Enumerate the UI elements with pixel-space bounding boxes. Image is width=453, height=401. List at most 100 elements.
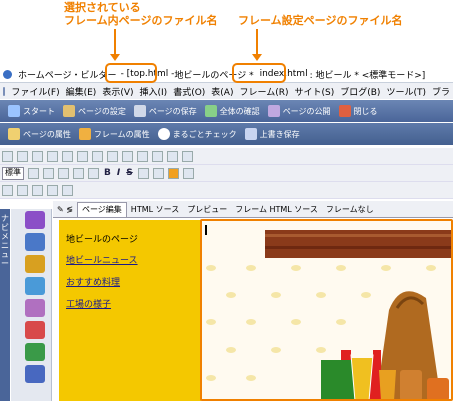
full-check-icon [157,128,170,140]
font-color-icon[interactable] [167,167,179,179]
page-settings-button[interactable]: ページの設定 [63,105,126,117]
link-beer-news[interactable]: 地ビールニュース [66,253,138,266]
nav-icon-3[interactable] [25,255,45,273]
frame-attributes-label: フレームの属性 [93,129,150,139]
overall-check-button[interactable]: 全体の確認 [204,105,260,117]
full-check-button[interactable]: まるごとチェック [157,128,237,140]
publish-icon [267,105,280,117]
mini-icon-4[interactable] [47,184,58,196]
bold-button[interactable]: B [104,168,111,178]
menu-format[interactable]: 書式(O) [170,85,208,98]
align-right-icon[interactable] [58,167,69,179]
redo-icon[interactable] [122,150,133,162]
tab-frame-html-source[interactable]: フレーム HTML ソース [231,204,322,215]
mini-icon-5[interactable] [62,184,73,196]
annotation-selected-frame-label: 選択されている フレーム内ページのファイル名 [64,1,217,27]
page-settings-label: ページの設定 [78,106,126,116]
mini-icon-3[interactable] [32,184,43,196]
save-disk-icon[interactable] [32,150,43,162]
mini-icon-2[interactable] [17,184,28,196]
nav-icon-4[interactable] [25,277,45,295]
close-button[interactable]: 閉じる [338,105,378,117]
overwrite-save-label: 上書き保存 [259,129,300,139]
font-size-down-icon[interactable] [152,167,164,179]
standard-toolbar [0,148,453,165]
menu-frame[interactable]: フレーム(R) [236,85,291,98]
font-size-up-icon[interactable] [137,167,149,179]
menu-file[interactable]: ファイル(F) [8,85,62,98]
grid-icon[interactable] [182,150,193,162]
menu-site[interactable]: サイト(S) [292,85,338,98]
save-page-icon [133,105,146,117]
start-label: スタート [23,106,55,116]
navi-icon-column [11,209,52,401]
menu-insert[interactable]: 挿入(I) [137,85,171,98]
overwrite-save-button[interactable]: 上書き保存 [244,128,300,140]
menu-view[interactable]: 表示(V) [99,85,136,98]
new-icon[interactable] [2,150,13,162]
nav-icon-2[interactable] [25,233,45,251]
menu-blog[interactable]: ブログ(B) [337,85,383,98]
nav-icon-6[interactable] [25,321,45,339]
table-insert-icon[interactable] [182,167,194,179]
annotation-arrowhead-left [110,54,120,61]
nav-icon-8[interactable] [25,365,45,383]
save-icon [244,128,257,140]
annotation-line-2: フレーム内ページのファイル名 [64,14,218,27]
start-button[interactable]: スタート [8,105,55,117]
nav-icon-5[interactable] [25,299,45,317]
window-titlebar[interactable]: ホームページ・ビルダー - [top.html - 地ビールのページ * ind… [0,66,453,83]
cut-icon[interactable] [62,150,73,162]
annotation-arrow-left [114,29,116,55]
menu-browser[interactable]: ブラ [429,85,453,98]
nav-icon-1[interactable] [25,211,45,229]
list-icon[interactable] [73,167,84,179]
align-left-icon[interactable] [28,167,39,179]
copy-icon[interactable] [77,150,88,162]
annotation-line-1: 選択されている [64,1,141,14]
open-icon[interactable] [17,150,28,162]
frame-attributes-button[interactable]: フレームの属性 [78,128,150,140]
tab-preview[interactable]: プレビュー [183,204,231,215]
align-center-icon[interactable] [43,167,54,179]
page-publish-label: ページの公開 [282,106,331,116]
indent-icon[interactable] [88,167,99,179]
tab-page-edit[interactable]: ページ編集 [76,201,127,217]
start-icon [8,105,20,117]
page-save-label: ページの保存 [148,106,197,116]
tab-icons: ✎ ≶ [57,204,73,214]
italic-button[interactable]: I [117,168,120,178]
left-frame[interactable]: 地ビールのページ 地ビールニュース おすすめ料理 工場の様子 [59,220,201,401]
page-save-button[interactable]: ページの保存 [133,105,197,117]
highlight-frame-file [105,63,157,83]
editor-tabs: ✎ ≶ ページ編集 HTML ソース プレビュー フレーム HTML ソース フ… [53,201,453,218]
undo-icon[interactable] [107,150,118,162]
strike-button[interactable]: S [126,168,132,178]
page-publish-button[interactable]: ページの公開 [267,105,331,117]
menu-edit[interactable]: 編集(E) [63,85,100,98]
menu-table[interactable]: 表(A) [208,85,236,98]
close-icon [338,105,351,117]
page-attributes-button[interactable]: ページの属性 [8,128,71,140]
link-icon[interactable] [137,150,148,162]
close-label: 閉じる [353,106,378,116]
menu-tools[interactable]: ツール(T) [383,85,429,98]
annotation-arrow-right [256,29,258,55]
link-factory[interactable]: 工場の様子 [66,297,111,310]
annotation-arrowhead-right [252,54,262,61]
format-toolbar: 標準 B I S [0,165,453,182]
table-icon[interactable] [167,150,178,162]
page-attributes-label: ページの属性 [23,129,71,139]
mini-icon-1[interactable] [2,184,13,196]
overall-check-icon [204,105,217,117]
tab-no-frames[interactable]: フレームなし [322,204,378,215]
link-recommended-food[interactable]: おすすめ料理 [66,275,120,288]
main-toolbar: スタート ページの設定 ページの保存 全体の確認 ページの公開 閉じる [0,100,453,122]
style-select[interactable]: 標準 [2,166,24,180]
print-icon[interactable] [47,150,58,162]
paste-icon[interactable] [92,150,103,162]
image-icon[interactable] [152,150,163,162]
tab-html-source[interactable]: HTML ソース [127,204,183,215]
annotation-frameset-label: フレーム設定ページのファイル名 [238,14,403,27]
nav-icon-7[interactable] [25,343,45,361]
